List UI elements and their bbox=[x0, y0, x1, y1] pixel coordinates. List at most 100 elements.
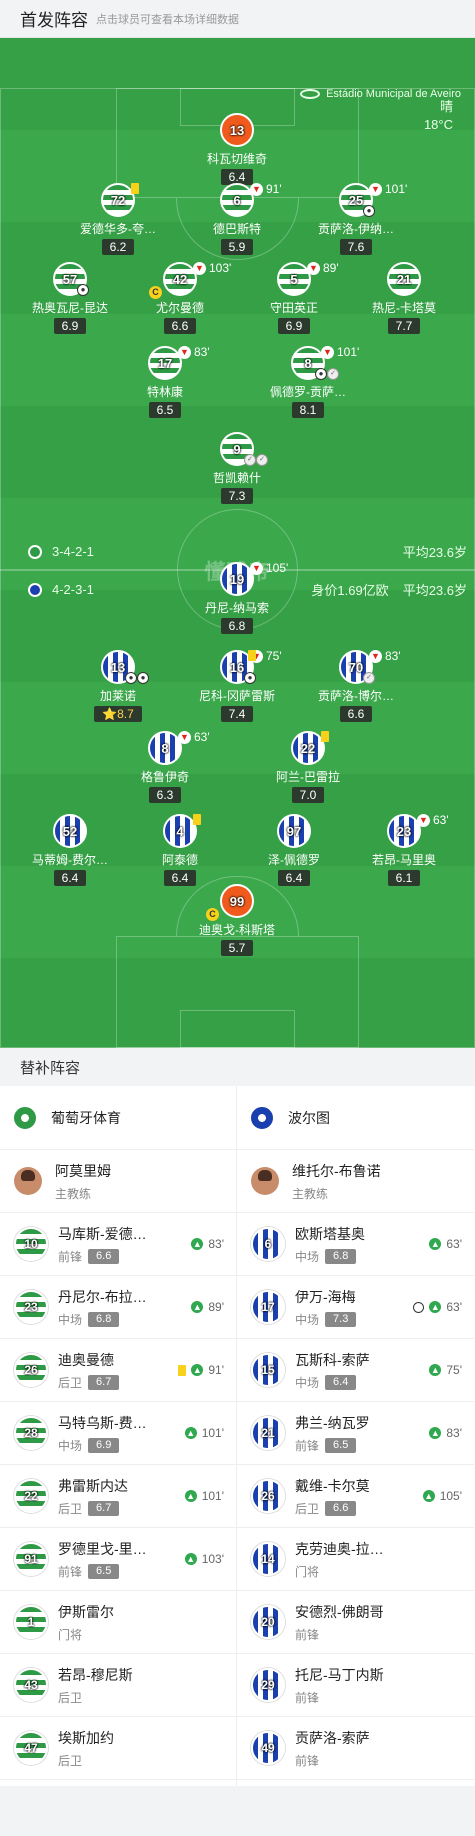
substitute-row[interactable]: 14 克劳迪奥-拉… 门将 bbox=[237, 1528, 474, 1591]
yellow-card-icon bbox=[248, 650, 256, 661]
coach-name: 维托尔-布鲁诺 bbox=[292, 1162, 381, 1179]
substitute-row[interactable]: 26 戴维-卡尔莫 后卫 6.6 ▲ 105' bbox=[237, 1465, 474, 1528]
sub-out-marker: ▼ 101' bbox=[321, 345, 359, 359]
player-rating: 6.6 bbox=[163, 318, 197, 334]
player-position: 后卫 bbox=[58, 1753, 83, 1768]
weather-info: 晴 18°C bbox=[424, 98, 453, 134]
player-rating: 5.7 bbox=[220, 940, 254, 956]
pitch-player[interactable]: 99 C 迪奥戈-科斯塔 5.7 bbox=[182, 884, 292, 957]
sub-minute: 89' bbox=[323, 261, 339, 275]
pitch-player[interactable]: 5 ▼ 89' 守田英正 6.9 bbox=[239, 261, 349, 335]
player-name: 瓦斯科-索萨 bbox=[295, 1351, 370, 1368]
pitch-player[interactable]: 8 ▼ 101' ● ✓ 佩德罗-贡萨… 8.1 bbox=[253, 345, 363, 419]
sub-minute: 63' bbox=[446, 1300, 462, 1314]
player-position: 后卫 bbox=[58, 1501, 83, 1516]
player-name: 迪奥曼德 bbox=[58, 1351, 114, 1368]
pitch-player[interactable]: 57 ● 热奥瓦尼-昆达 6.9 bbox=[15, 262, 125, 335]
pitch-player[interactable]: 9 ✓ ✓ 哲凯赖什 7.3 bbox=[182, 432, 292, 505]
substitute-row[interactable]: 22 弗雷斯内达 后卫 6.7 ▲ 101' bbox=[0, 1465, 236, 1528]
coach-avatar bbox=[251, 1167, 279, 1195]
player-rating: 6.1 bbox=[387, 870, 421, 886]
player-jersey: 21 bbox=[251, 1416, 285, 1450]
player-jersey: 10 bbox=[14, 1227, 48, 1261]
pitch-player[interactable]: 72 爱德华多-夸… 6.2 bbox=[63, 183, 173, 256]
home-coach-row[interactable]: 阿莫里姆 主教练 bbox=[0, 1150, 236, 1213]
sub-minute: 103' bbox=[209, 261, 232, 275]
player-jersey: 49 bbox=[251, 1731, 285, 1765]
player-jersey: 1 bbox=[14, 1605, 48, 1639]
pitch-player[interactable]: 97 泽-佩德罗 6.4 bbox=[239, 814, 349, 887]
player-name: 贡萨洛-伊纳… bbox=[318, 222, 394, 236]
player-name: 热尼-卡塔莫 bbox=[372, 301, 436, 315]
away-coach-row[interactable]: 维托尔-布鲁诺 主教练 bbox=[237, 1150, 474, 1213]
substitute-row[interactable]: 10 马库斯-爱德… 前锋 6.6 ▲ 83' bbox=[0, 1213, 236, 1276]
jersey-number: 97 bbox=[286, 823, 302, 839]
sub-minute: 83' bbox=[194, 345, 210, 359]
pitch-player[interactable]: 19 ▼ 105' 丹尼-纳马索 6.8 bbox=[182, 561, 292, 635]
pitch-player[interactable]: 22 阿兰-巴雷拉 7.0 bbox=[253, 731, 363, 804]
substitute-row[interactable]: 47 埃斯加约 后卫 bbox=[0, 1717, 236, 1780]
player-jersey: 42 ▼ 103' C bbox=[149, 261, 231, 299]
substitute-row[interactable]: 20 安德烈-佛朗哥 前锋 bbox=[237, 1591, 474, 1654]
substitute-row[interactable]: 49 贡萨洛-索萨 前锋 bbox=[237, 1717, 474, 1780]
player-name: 若昂-马里奥 bbox=[372, 853, 436, 867]
sub-out-icon: ▼ bbox=[307, 261, 320, 275]
substitute-row[interactable]: 29 托尼-马丁内斯 前锋 bbox=[237, 1654, 474, 1717]
player-jersey: 22 bbox=[291, 731, 329, 765]
pitch-player[interactable]: 17 ▼ 83' 特林康 6.5 bbox=[110, 345, 220, 419]
jersey-number: 6 bbox=[233, 192, 241, 208]
substitute-row[interactable]: 91 罗德里戈-里… 前锋 6.5 ▲ 103' bbox=[0, 1528, 236, 1591]
away-bench: 波尔图 维托尔-布鲁诺 主教练 6 欧斯塔基奥 中场 6.8 ▲ 63' 17 伊万-海梅 中场… bbox=[237, 1086, 474, 1786]
substitute-row[interactable]: 1 伊斯雷尔 门将 bbox=[0, 1591, 236, 1654]
player-name: 爱德华多-夸… bbox=[80, 222, 156, 236]
away-team-row[interactable]: 波尔图 bbox=[237, 1086, 474, 1150]
jersey-number: 1 bbox=[27, 1615, 35, 1629]
pitch-player[interactable]: 6 ▼ 91' 德巴斯特 5.9 bbox=[182, 182, 292, 256]
pitch-player[interactable]: 4 阿泰德 6.4 bbox=[125, 814, 235, 887]
jersey-number: 26 bbox=[261, 1489, 275, 1503]
pitch-player[interactable]: 52 马蒂姆-费尔… 6.4 bbox=[15, 814, 125, 887]
player-name: 科瓦切维奇 bbox=[206, 152, 267, 166]
player-name: 贡萨洛-博尔… bbox=[318, 689, 394, 703]
bench-title: 替补阵容 bbox=[0, 1048, 475, 1086]
pitch-player[interactable]: 13 科瓦切维奇 6.4 bbox=[182, 113, 292, 186]
home-team-logo-icon bbox=[28, 544, 42, 559]
sub-out-marker: ▼ 83' bbox=[178, 345, 210, 359]
substitute-row[interactable]: 6 欧斯塔基奥 中场 6.8 ▲ 63' bbox=[237, 1213, 474, 1276]
substitute-row[interactable]: 15 瓦斯科-索萨 中场 6.4 ▲ 75' bbox=[237, 1339, 474, 1402]
player-jersey: 14 bbox=[251, 1542, 285, 1576]
player-position: 前锋 bbox=[295, 1753, 320, 1768]
jersey-number: 9 bbox=[233, 441, 241, 457]
sub-minute: 83' bbox=[446, 1426, 462, 1440]
pitch-player[interactable]: 23 ▼ 63' 若昂-马里奥 6.1 bbox=[349, 813, 459, 887]
substitute-row[interactable]: 26 迪奥曼德 后卫 6.7 ▲ 91' bbox=[0, 1339, 236, 1402]
player-rating: 7.4 bbox=[220, 706, 254, 722]
player-jersey: 70 ▼ 83' ✓ bbox=[339, 649, 401, 684]
player-rating: 8.1 bbox=[291, 402, 325, 418]
pitch-player[interactable]: 25 ▼ 101' ● 贡萨洛-伊纳… 7.6 bbox=[301, 182, 411, 256]
jersey-number: 72 bbox=[110, 192, 126, 208]
player-position: 中场 bbox=[295, 1249, 320, 1264]
pitch-player[interactable]: 13 ● ● 加莱诺 ⭐8.7 bbox=[63, 650, 173, 723]
sub-out-marker: ▼ 91' bbox=[250, 182, 282, 196]
pitch-player[interactable]: 42 ▼ 103' C 尤尔曼德 6.6 bbox=[125, 261, 235, 335]
pitch-player[interactable]: 16 ▼ 75' ● 尼科-冈萨雷斯 7.4 bbox=[182, 649, 292, 723]
substitute-row[interactable]: 43 若昂-穆尼斯 后卫 bbox=[0, 1654, 236, 1717]
substitute-row[interactable]: 28 马特乌斯-费… 中场 6.9 ▲ 101' bbox=[0, 1402, 236, 1465]
jersey-number: 5 bbox=[290, 271, 298, 287]
sub-out-marker: ▼ 63' bbox=[417, 813, 449, 827]
stadium-icon bbox=[300, 89, 321, 99]
sub-minute: 91' bbox=[266, 182, 282, 196]
player-position: 前锋 bbox=[295, 1690, 320, 1705]
player-name: 特林康 bbox=[146, 385, 183, 399]
pitch-player[interactable]: 70 ▼ 83' ✓ 贡萨洛-博尔… 6.6 bbox=[301, 649, 411, 723]
substitute-row[interactable]: 21 弗兰-纳瓦罗 前锋 6.5 ▲ 83' bbox=[237, 1402, 474, 1465]
jersey-number: 21 bbox=[261, 1426, 275, 1440]
pitch-player[interactable]: 21 热尼-卡塔莫 7.7 bbox=[349, 262, 459, 335]
pitch-player[interactable]: 8 ▼ 63' 格鲁伊奇 6.3 bbox=[110, 730, 220, 804]
home-team-row[interactable]: 葡萄牙体育 bbox=[0, 1086, 236, 1150]
substitute-row[interactable]: 17 伊万-海梅 中场 7.3 ▲ 63' bbox=[237, 1276, 474, 1339]
player-name: 加莱诺 bbox=[99, 689, 136, 703]
player-jersey: 91 bbox=[14, 1542, 48, 1576]
substitute-row[interactable]: 23 丹尼尔-布拉… 中场 6.8 ▲ 89' bbox=[0, 1276, 236, 1339]
